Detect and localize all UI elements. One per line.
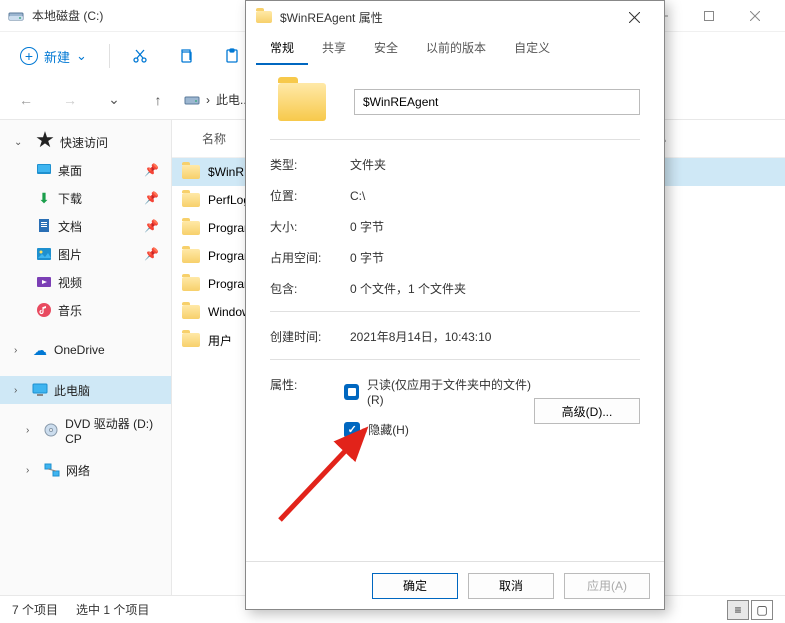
sidebar-this-pc[interactable]: ›此电脑 <box>0 376 171 404</box>
video-icon <box>36 274 52 290</box>
item-count: 7 个项目 <box>12 601 58 618</box>
folder-icon <box>182 221 200 235</box>
sidebar-onedrive[interactable]: ›☁OneDrive <box>0 336 171 364</box>
cloud-icon: ☁ <box>32 342 48 358</box>
folder-icon <box>182 277 200 291</box>
dialog-title: $WinREAgent 属性 <box>280 9 383 26</box>
tab-security[interactable]: 安全 <box>360 32 412 65</box>
properties-dialog: $WinREAgent 属性 常规 共享 安全 以前的版本 自定义 类型:文件夹… <box>245 0 665 610</box>
dialog-buttons: 确定 取消 应用(A) <box>246 561 664 609</box>
up-button[interactable]: ⌄ <box>96 82 132 118</box>
size-value: 0 字节 <box>350 218 640 235</box>
forward-button[interactable]: → <box>52 82 88 118</box>
tab-general[interactable]: 常规 <box>256 32 308 65</box>
tab-previous[interactable]: 以前的版本 <box>412 32 500 65</box>
sidebar: ⌄★快速访问 桌面📌 ⬇下载📌 文档📌 图片📌 视频 音乐 ›☁OneDrive… <box>0 120 172 595</box>
folder-icon <box>182 333 200 347</box>
folder-icon <box>182 193 200 207</box>
location-label: 位置: <box>270 187 350 204</box>
sidebar-item-documents[interactable]: 文档📌 <box>0 212 171 240</box>
attributes-label: 属性: <box>270 376 344 393</box>
sidebar-item-videos[interactable]: 视频 <box>0 268 171 296</box>
plus-icon: + <box>20 47 38 65</box>
hidden-checkbox[interactable]: 隐藏(H) <box>344 421 534 438</box>
dialog-close-button[interactable] <box>614 1 654 33</box>
music-icon <box>36 302 52 318</box>
dialog-titlebar[interactable]: $WinREAgent 属性 <box>246 1 664 33</box>
tabstrip: 常规 共享 安全 以前的版本 自定义 <box>246 33 664 65</box>
ok-button[interactable]: 确定 <box>372 573 458 599</box>
advanced-button[interactable]: 高级(D)... <box>534 398 640 424</box>
pc-icon <box>32 382 48 398</box>
folder-name-input[interactable] <box>354 89 640 115</box>
star-icon: ★ <box>34 129 56 151</box>
folder-icon <box>182 249 200 263</box>
sidebar-item-music[interactable]: 音乐 <box>0 296 171 324</box>
created-label: 创建时间: <box>270 328 350 345</box>
new-label: 新建 <box>44 47 70 66</box>
sidebar-dvd[interactable]: ›DVD 驱动器 (D:) CP <box>0 416 171 444</box>
checkbox-checked-icon <box>344 422 360 438</box>
drive-icon <box>184 92 200 108</box>
folder-large-icon <box>278 83 326 121</box>
sidebar-item-pictures[interactable]: 图片📌 <box>0 240 171 268</box>
folder-icon <box>182 165 200 179</box>
selected-count: 选中 1 个项目 <box>76 601 149 618</box>
contains-value: 0 个文件，1 个文件夹 <box>350 280 640 297</box>
document-icon <box>36 218 52 234</box>
type-value: 文件夹 <box>350 156 640 173</box>
new-button[interactable]: + 新建 ⌄ <box>8 41 99 72</box>
up-arrow-button[interactable]: ↑ <box>140 82 176 118</box>
icons-view-button[interactable]: ▢ <box>751 600 773 620</box>
download-icon: ⬇ <box>36 190 52 206</box>
chevron-down-icon: ⌄ <box>76 48 87 64</box>
copy-button[interactable] <box>166 38 206 74</box>
back-button[interactable]: ← <box>8 82 44 118</box>
contains-label: 包含: <box>270 280 350 297</box>
cancel-button[interactable]: 取消 <box>468 573 554 599</box>
maximize-button[interactable] <box>686 0 731 32</box>
readonly-checkbox[interactable]: 只读(仅应用于文件夹中的文件)(R) <box>344 376 534 407</box>
details-view-button[interactable]: ≡ <box>727 600 749 620</box>
type-label: 类型: <box>270 156 350 173</box>
pin-icon: 📌 <box>144 163 159 177</box>
cut-button[interactable] <box>120 38 160 74</box>
disc-icon <box>43 422 59 438</box>
drive-icon <box>8 8 24 24</box>
sidebar-item-downloads[interactable]: ⬇下载📌 <box>0 184 171 212</box>
tab-custom[interactable]: 自定义 <box>500 32 564 65</box>
sidebar-quick-access[interactable]: ⌄★快速访问 <box>0 128 171 156</box>
folder-icon <box>256 11 272 23</box>
checkbox-tristate-icon <box>344 384 359 400</box>
pin-icon: 📌 <box>144 219 159 233</box>
picture-icon <box>36 246 52 262</box>
ondisk-label: 占用空间: <box>270 249 350 266</box>
sidebar-item-desktop[interactable]: 桌面📌 <box>0 156 171 184</box>
close-button[interactable] <box>732 0 777 32</box>
tab-share[interactable]: 共享 <box>308 32 360 65</box>
folder-icon <box>182 305 200 319</box>
pin-icon: 📌 <box>144 191 159 205</box>
desktop-icon <box>36 162 52 178</box>
location-value: C:\ <box>350 189 640 203</box>
sidebar-network[interactable]: ›网络 <box>0 456 171 484</box>
size-label: 大小: <box>270 218 350 235</box>
apply-button[interactable]: 应用(A) <box>564 573 650 599</box>
ondisk-value: 0 字节 <box>350 249 640 266</box>
pin-icon: 📌 <box>144 247 159 261</box>
created-value: 2021年8月14日，10:43:10 <box>350 328 640 345</box>
network-icon <box>44 462 60 478</box>
